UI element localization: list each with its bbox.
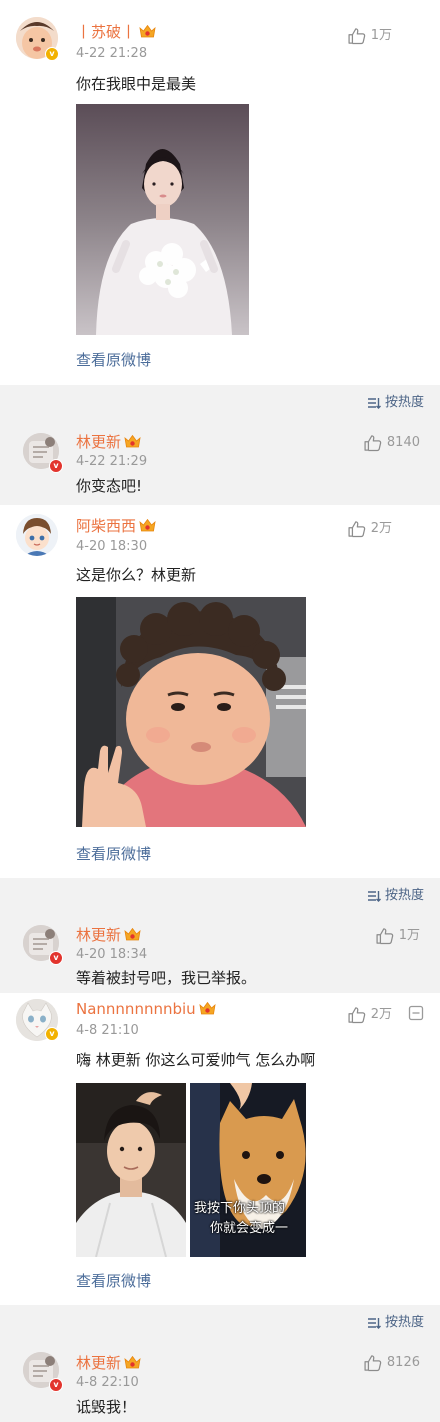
comment-text: 嗨 林更新 你这么可爱帅气 怎么办啊 xyxy=(76,1051,316,1069)
comment-thread: v 丨苏破丨 4-22 21:28 1万 你在我眼中是最美 查看原微博 按热度 … xyxy=(0,0,440,1422)
comment-text: 这是你么？林更新 xyxy=(76,566,197,584)
like-button[interactable]: 2万 xyxy=(347,519,392,539)
verified-badge-icon: v xyxy=(49,1378,63,1392)
view-original-link[interactable]: 查看原微博 xyxy=(76,844,151,864)
comment-image[interactable] xyxy=(76,1083,186,1257)
verified-badge-icon: v xyxy=(45,1027,59,1041)
like-count: 1万 xyxy=(370,28,392,43)
reply-card: v 林更新 4-20 18:34 1万 等着被封号吧，我已举报。 xyxy=(0,914,440,993)
reply-card: v 林更新 4-22 21:29 8140 你变态吧! xyxy=(0,421,440,505)
reply-time: 4-8 22:10 xyxy=(76,1375,139,1390)
verified-badge-icon: v xyxy=(49,951,63,965)
reply-text: 你变态吧! xyxy=(76,477,143,495)
crown-badge-icon xyxy=(124,927,141,942)
sort-by-hot-button[interactable]: 按热度 xyxy=(367,887,424,905)
crown-badge-icon xyxy=(124,1355,141,1370)
comment-time: 4-20 18:30 xyxy=(76,539,148,554)
like-count: 2万 xyxy=(370,521,392,536)
comment-card: v Nannnnnnnnbiu 4-8 21:10 2万 嗨 林更新 你这么可爱… xyxy=(0,993,440,1305)
sort-icon xyxy=(367,889,381,903)
comment-image[interactable] xyxy=(76,597,306,827)
more-icon[interactable] xyxy=(408,1005,424,1021)
thumbs-up-icon xyxy=(347,519,367,539)
reply-username[interactable]: 林更新 xyxy=(76,432,141,452)
reply-username[interactable]: 林更新 xyxy=(76,925,141,945)
comment-card: v 丨苏破丨 4-22 21:28 1万 你在我眼中是最美 查看原微博 xyxy=(0,0,440,385)
sort-label: 按热度 xyxy=(384,888,424,903)
reply-card: v 林更新 4-8 22:10 8126 诋毁我！ xyxy=(0,1341,440,1422)
like-button[interactable]: 8140 xyxy=(363,433,420,453)
view-original-link[interactable]: 查看原微博 xyxy=(76,350,151,370)
like-button[interactable]: 1万 xyxy=(375,926,420,946)
sort-icon xyxy=(367,1316,381,1330)
thumbs-up-icon xyxy=(347,1005,367,1025)
sort-bar: 按热度 xyxy=(0,878,440,914)
verified-badge-icon: v xyxy=(45,47,59,61)
like-count: 8126 xyxy=(386,1355,420,1370)
like-count: 8140 xyxy=(386,435,420,450)
reply-text: 诋毁我！ xyxy=(76,1398,137,1416)
reply-text: 等着被封号吧，我已举报。 xyxy=(76,969,257,987)
comment-text: 你在我眼中是最美 xyxy=(76,75,197,93)
comment-image[interactable] xyxy=(76,104,249,335)
like-count: 2万 xyxy=(370,1007,392,1022)
like-button[interactable]: 1万 xyxy=(347,26,392,46)
thumbs-up-icon xyxy=(347,26,367,46)
image-caption-line: 你就会变成一 xyxy=(210,1221,289,1236)
thumbs-up-icon xyxy=(363,433,383,453)
thumbs-up-icon xyxy=(375,926,395,946)
comment-time: 4-22 21:28 xyxy=(76,46,148,61)
comment-time: 4-8 21:10 xyxy=(76,1023,139,1038)
avatar[interactable] xyxy=(16,514,58,556)
sort-bar: 按热度 xyxy=(0,385,440,421)
image-caption: 我按下你头顶的 你就会变成一 xyxy=(194,1199,306,1239)
reply-username[interactable]: 林更新 xyxy=(76,1353,141,1373)
image-caption-line: 我按下你头顶的 xyxy=(194,1201,286,1216)
comment-image[interactable]: 我按下你头顶的 你就会变成一 xyxy=(190,1083,306,1257)
sort-label: 按热度 xyxy=(384,395,424,410)
reply-time: 4-22 21:29 xyxy=(76,454,148,469)
comment-username[interactable]: 丨苏破丨 xyxy=(76,22,156,42)
comment-username[interactable]: Nannnnnnnnbiu xyxy=(76,999,216,1019)
like-button[interactable]: 2万 xyxy=(347,1005,392,1025)
crown-badge-icon xyxy=(139,24,156,39)
sort-bar: 按热度 xyxy=(0,1305,440,1341)
verified-badge-icon: v xyxy=(49,459,63,473)
crown-badge-icon xyxy=(139,518,156,533)
comment-username[interactable]: 阿柴西西 xyxy=(76,516,156,536)
crown-badge-icon xyxy=(124,434,141,449)
sort-by-hot-button[interactable]: 按热度 xyxy=(367,394,424,412)
reply-time: 4-20 18:34 xyxy=(76,947,148,962)
like-count: 1万 xyxy=(398,928,420,943)
sort-by-hot-button[interactable]: 按热度 xyxy=(367,1314,424,1332)
like-button[interactable]: 8126 xyxy=(363,1353,420,1373)
sort-label: 按热度 xyxy=(384,1315,424,1330)
sort-icon xyxy=(367,396,381,410)
view-original-link[interactable]: 查看原微博 xyxy=(76,1271,151,1291)
comment-card: 阿柴西西 4-20 18:30 2万 这是你么？林更新 查看原微博 xyxy=(0,505,440,878)
thumbs-up-icon xyxy=(363,1353,383,1373)
crown-badge-icon xyxy=(199,1001,216,1016)
